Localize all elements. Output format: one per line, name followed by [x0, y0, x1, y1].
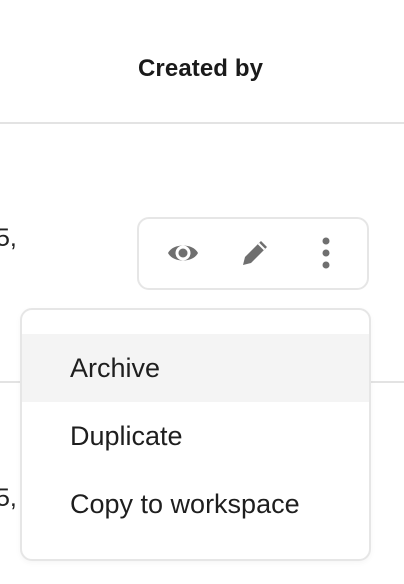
- header-divider: [0, 122, 404, 124]
- more-options-button[interactable]: [306, 235, 346, 275]
- menu-item-duplicate[interactable]: Duplicate: [22, 402, 369, 470]
- menu-item-copy-to-workspace[interactable]: Copy to workspace: [22, 470, 369, 538]
- row-cell-text: 5,: [0, 484, 17, 512]
- view-button[interactable]: [163, 235, 203, 275]
- menu-item-archive[interactable]: Archive: [22, 334, 369, 402]
- column-header-created-by[interactable]: Created by: [138, 55, 263, 83]
- pencil-icon: [238, 236, 272, 275]
- context-menu: Archive Duplicate Copy to workspace: [20, 308, 371, 561]
- more-vertical-icon: [320, 236, 332, 275]
- eye-icon: [166, 236, 200, 275]
- row-action-bar: [137, 217, 369, 290]
- edit-button[interactable]: [235, 235, 275, 275]
- row-cell-text: 5,: [0, 224, 17, 252]
